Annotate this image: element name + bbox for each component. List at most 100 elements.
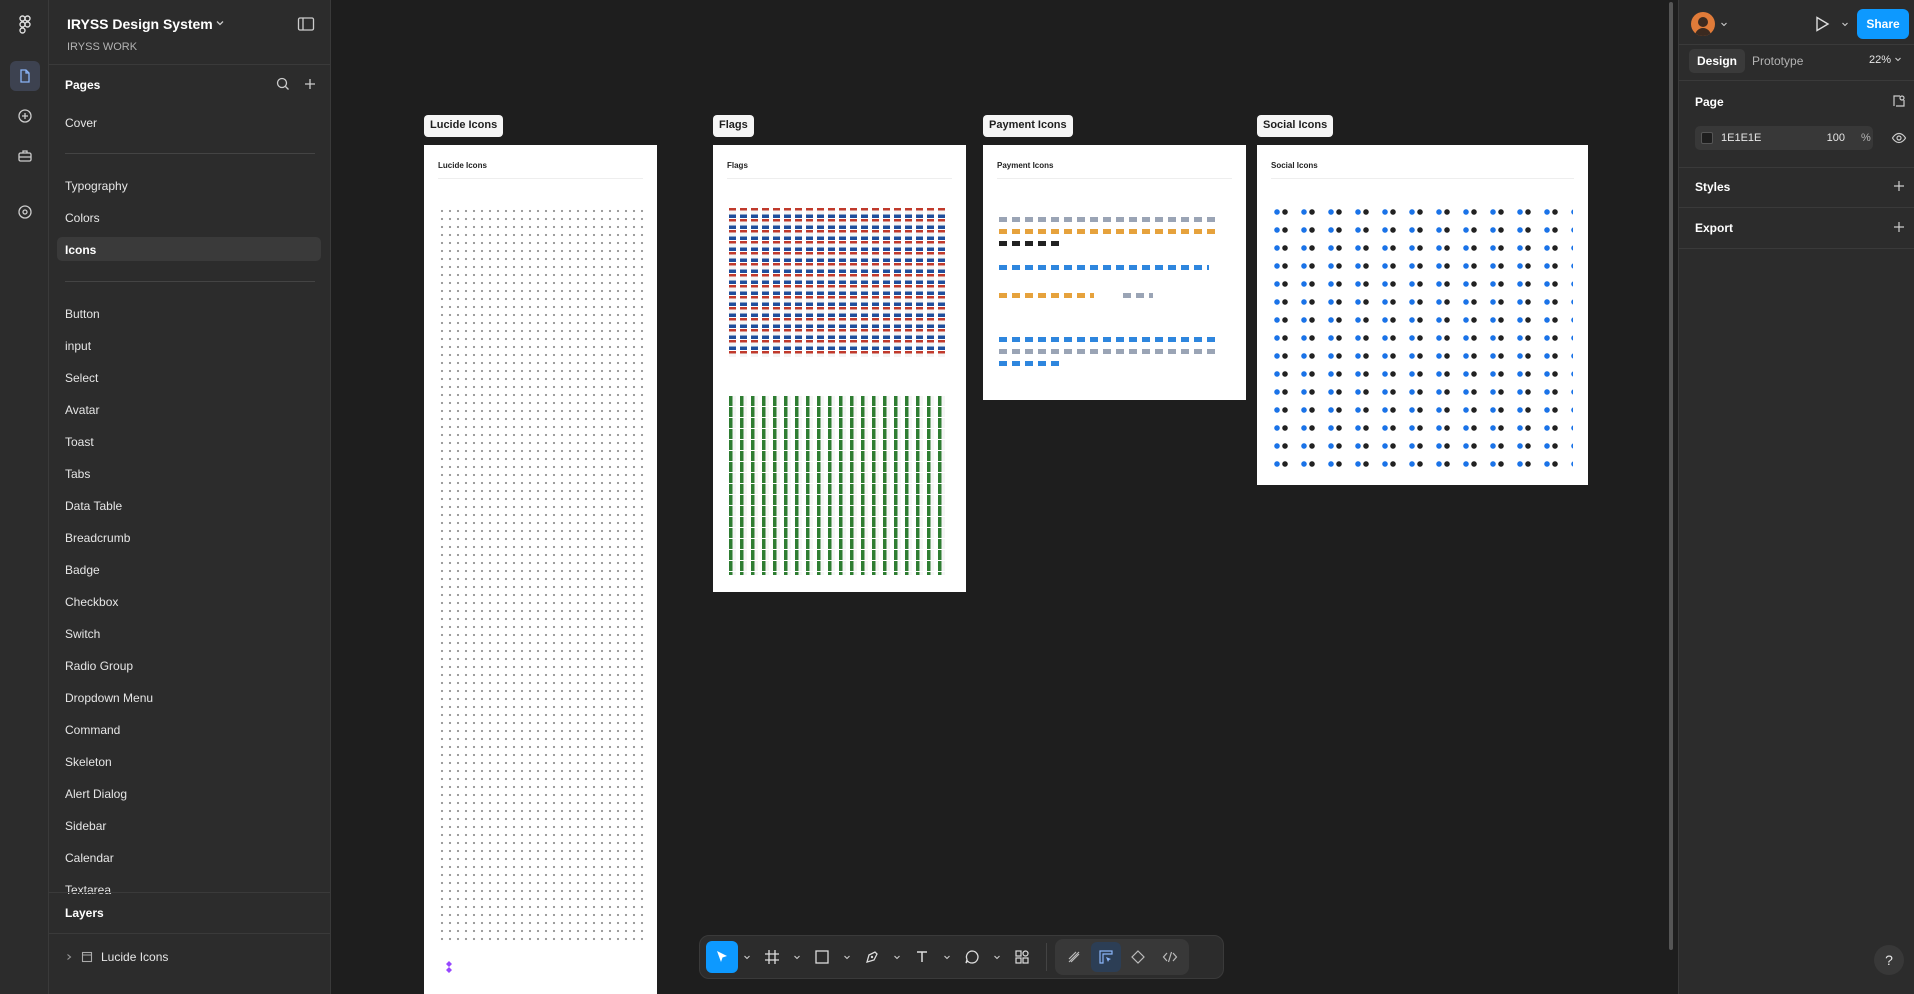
page-item-sidebar[interactable]: Sidebar [57,813,321,837]
rectangle-tool[interactable] [806,941,838,973]
page-item-radio-group[interactable]: Radio Group [57,653,321,677]
chevron-down-icon[interactable] [890,941,904,973]
add-page-icon[interactable] [302,76,318,92]
play-icon [1816,16,1830,32]
frame-title: Lucide Icons [438,161,487,170]
frame-icon [81,951,93,963]
tab-prototype[interactable]: Prototype [1744,49,1811,73]
zoom-level[interactable]: 22% [1869,54,1902,66]
present-button[interactable] [1810,12,1834,36]
page-item-cover[interactable]: Cover [57,110,321,134]
chevron-down-icon[interactable] [790,941,804,973]
frame-label-flags[interactable]: Flags [713,115,754,137]
frame-label-lucide-icons[interactable]: Lucide Icons [424,115,504,137]
file-icon[interactable] [10,61,40,91]
layer-name: Lucide Icons [101,950,169,964]
share-button[interactable]: Share [1857,9,1909,39]
page-item-badge[interactable]: Badge [57,557,321,581]
styles-grid-icon[interactable] [1891,93,1907,109]
avatar[interactable] [1691,12,1715,36]
component-mode-icon[interactable] [1123,942,1153,972]
left-rail [0,0,49,994]
frame-label-social-icons[interactable]: Social Icons [1257,115,1334,137]
page-color-field[interactable]: 1E1E1E 100 [1695,126,1873,150]
page-item-data-table[interactable]: Data Table [57,493,321,517]
frame-social-icons[interactable]: Social Icons [1257,145,1588,485]
frame-payment-icons[interactable]: Payment Icons [983,145,1246,400]
chevron-down-icon[interactable] [215,18,225,28]
frame-flags[interactable]: Flags [713,145,966,592]
divider [49,933,331,934]
chevron-down-icon[interactable] [940,941,954,973]
draw-mode-icon[interactable] [1059,942,1089,972]
move-tool[interactable] [706,941,738,973]
figma-logo-icon[interactable] [14,14,36,36]
page-item-dropdown-menu[interactable]: Dropdown Menu [57,685,321,709]
canvas[interactable]: Lucide Icons Lucide Icons Flags Flags Pa… [331,0,1678,994]
page-item-breadcrumb[interactable]: Breadcrumb [57,525,321,549]
page-item-skeleton[interactable]: Skeleton [57,749,321,773]
page-item-alert-dialog[interactable]: Alert Dialog [57,781,321,805]
color-swatch[interactable] [1701,132,1713,144]
add-circle-icon[interactable] [10,101,40,131]
page-item-tabs[interactable]: Tabs [57,461,321,485]
page-item-typography[interactable]: Typography [57,173,321,197]
page-item-toast[interactable]: Toast [57,429,321,453]
payment-row [999,241,1059,246]
add-style-icon[interactable] [1893,180,1905,192]
resources-tool[interactable] [1006,941,1038,973]
briefcase-icon[interactable] [10,141,40,171]
opacity-unit: % [1861,132,1871,144]
page-item-avatar[interactable]: Avatar [57,397,321,421]
page-item-switch[interactable]: Switch [57,621,321,645]
chevron-down-icon[interactable] [1841,20,1849,28]
styles-heading: Styles [1695,180,1731,194]
design-mode-icon[interactable] [1091,942,1121,972]
mode-group [1055,939,1189,975]
flag-grid [729,207,949,357]
page-item-select[interactable]: Select [57,365,321,389]
divider [1679,44,1914,45]
page-item-button[interactable]: Button [57,301,321,325]
frame-title: Social Icons [1271,161,1318,170]
help-button[interactable]: ? [1874,945,1904,975]
page-item-input[interactable]: input [57,333,321,357]
file-title[interactable]: IRYSS Design System [67,16,213,32]
add-export-icon[interactable] [1893,221,1905,233]
chevron-right-icon[interactable] [65,953,73,961]
page-item-textarea[interactable]: Textarea [57,877,321,901]
chevron-down-icon[interactable] [840,941,854,973]
frame-label-payment-icons[interactable]: Payment Icons [983,115,1073,137]
page-item-checkbox[interactable]: Checkbox [57,589,321,613]
payment-row [1123,293,1153,298]
chevron-down-icon[interactable] [1720,20,1728,28]
page-item-colors[interactable]: Colors [57,205,321,229]
frame-divider [727,178,952,179]
page-item-calendar[interactable]: Calendar [57,845,321,869]
divider [1679,248,1914,249]
frame-tool[interactable] [756,941,788,973]
page-item-icons[interactable]: Icons [57,237,321,261]
pages-divider [65,281,315,282]
tab-design[interactable]: Design [1689,49,1746,73]
layer-row[interactable]: Lucide Icons [65,950,168,964]
pages-divider [65,153,315,154]
divider [49,892,331,893]
eye-icon[interactable] [1891,130,1907,146]
search-icon[interactable] [275,76,291,92]
dev-mode-icon[interactable] [1155,942,1185,972]
chevron-down-icon[interactable] [990,941,1004,973]
sidebar-toggle-icon[interactable] [297,16,315,32]
export-heading: Export [1695,221,1734,235]
text-tool[interactable] [906,941,938,973]
canvas-scrollbar[interactable] [1669,2,1673,950]
pen-tool[interactable] [856,941,888,973]
icon-grid [438,207,644,945]
page-item-command[interactable]: Command [57,717,321,741]
comment-tool[interactable] [956,941,988,973]
divider [49,64,331,65]
page-color-hex[interactable]: 1E1E1E [1721,132,1761,144]
frame-lucide-icons[interactable]: Lucide Icons [424,145,657,994]
chevron-down-icon[interactable] [740,941,754,973]
plugin-icon[interactable] [10,197,40,227]
